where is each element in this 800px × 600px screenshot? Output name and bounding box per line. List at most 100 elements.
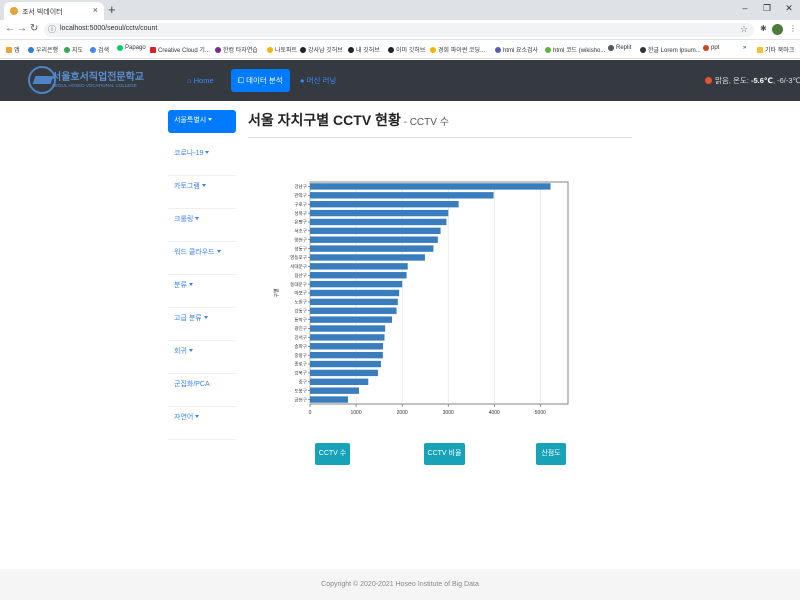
menu-icon[interactable]: ⋮ (789, 24, 797, 33)
y-tick-label: 용산구 (294, 272, 307, 279)
url-field[interactable]: ⓘ localhost:5000/seoul/cctv/count ☆ (44, 23, 754, 37)
bookmark-item[interactable]: 한컴 타자연습 (215, 45, 258, 54)
bar (310, 254, 425, 261)
bookmark-item[interactable]: 우리은행 (28, 45, 58, 54)
new-tab-button[interactable]: + (108, 2, 116, 17)
bar (310, 378, 369, 385)
bookmark-item[interactable]: 지도 (64, 45, 83, 54)
maximize-icon[interactable]: ❐ (756, 0, 778, 20)
bookmark-item[interactable]: 한글 Lorem Ipsum... (640, 45, 701, 54)
bookmark-item[interactable]: 강사남 깃허브 (300, 45, 343, 54)
nav-home[interactable]: ⌂ Home (180, 69, 221, 92)
bar (310, 307, 397, 314)
address-bar: ← → ↻ ⓘ localhost:5000/seoul/cctv/count … (0, 20, 800, 40)
sidebar-item-regression[interactable]: 회귀 (168, 341, 236, 374)
bookmark-item[interactable]: Creative Cloud 기... (150, 45, 210, 54)
nav-data-analysis[interactable]: ⧠ 데이터 분석 (231, 69, 290, 92)
x-tick-label: 2000 (397, 410, 408, 416)
profile-avatar[interactable] (772, 24, 783, 35)
bar (310, 334, 385, 341)
minimize-icon[interactable]: – (734, 0, 756, 20)
bar (310, 272, 407, 279)
bar (310, 369, 378, 377)
y-tick-label: 송파구 (294, 343, 307, 350)
caret-down-icon (208, 118, 213, 121)
bookmark-star-icon[interactable]: ☆ (740, 24, 748, 35)
weather-temp: -5.6℃ (750, 76, 773, 85)
y-tick-label: 중랑구 (294, 352, 307, 359)
bookmark-item[interactable]: 내 깃허브 (348, 45, 380, 54)
bar (310, 263, 408, 270)
bookmark-item[interactable]: html 코드 (wikisho... (545, 45, 605, 54)
bar (310, 289, 400, 297)
sidebar: 서울특별시 코로나-19 카토그램 크롤링 워드 클라우드 분류 고급 분류 회… (168, 110, 236, 440)
bookmark-item[interactable]: Replit (608, 45, 631, 51)
back-icon[interactable]: ← (5, 23, 15, 34)
sidebar-item-classification[interactable]: 분류 (168, 275, 236, 308)
close-window-icon[interactable]: ✕ (778, 0, 800, 20)
cctv-count-button[interactable]: CCTV 수 (315, 443, 350, 465)
bookmark-item[interactable]: ppt (703, 45, 719, 51)
y-tick-label: 은평구 (294, 219, 307, 226)
sidebar-item-clustering[interactable]: 군집화/PCA (168, 374, 236, 407)
sidebar-item-nlp[interactable]: 자연어 (168, 407, 236, 440)
footer: Copyright © 2020-2021 Hoseo Institute of… (0, 569, 800, 600)
bookmark-item[interactable]: 검색 (90, 45, 109, 54)
y-tick-label: 도봉구 (294, 388, 307, 394)
sidebar-item-seoul[interactable]: 서울특별시 (168, 110, 236, 133)
info-icon[interactable]: ⓘ (48, 24, 56, 35)
page-subtitle: - CCTV 수 (400, 117, 449, 128)
y-tick-label: 종로구 (294, 362, 307, 368)
cctv-ratio-button[interactable]: CCTV 비율 (424, 443, 465, 465)
y-tick-label: 강북구 (294, 370, 307, 377)
sidebar-item-cartogram[interactable]: 카토그램 (168, 176, 236, 209)
caret-down-icon (201, 184, 206, 187)
cctv-bar-chart: 0 1000 2000 3000 4000 5000 강남구관악구구로구성북구은평구서초구양… (273, 181, 569, 416)
x-tick-label: 3000 (443, 410, 454, 416)
x-tick-label: 0 (309, 410, 312, 416)
bookmark-apps[interactable]: 앱 (6, 45, 20, 54)
y-tick-label: 중구 (299, 380, 307, 386)
scatter-plot-button[interactable]: 산점도 (536, 443, 566, 465)
caret-down-icon (203, 316, 208, 319)
forward-icon[interactable]: → (17, 23, 27, 34)
y-tick-label: 마포구 (294, 290, 307, 297)
nav-machine-learning[interactable]: ● 머신 러닝 (293, 69, 343, 92)
y-axis-label: 구별 (273, 288, 280, 298)
sidebar-item-advanced-classification[interactable]: 고급 분류 (168, 308, 236, 341)
bookmark-item[interactable]: 경희 파이썬 코딩... (430, 45, 485, 54)
y-tick-label: 노원구 (294, 299, 307, 306)
title-divider (248, 137, 632, 138)
sidebar-item-crawling[interactable]: 크롤링 (168, 209, 236, 242)
y-tick-label: 서초구 (294, 228, 307, 235)
reload-icon[interactable]: ↻ (30, 23, 38, 34)
y-tick-label: 동대문구 (290, 281, 307, 288)
weather-status: 맑음, 온도: -5.6℃, -6/-3℃ (705, 75, 800, 86)
caret-down-icon (216, 250, 221, 253)
x-tick-label: 1000 (351, 410, 362, 416)
bar (310, 192, 494, 199)
caret-down-icon (188, 349, 193, 352)
extensions-icon[interactable]: ✱ (760, 24, 767, 33)
caret-down-icon (195, 415, 200, 418)
tab-close-icon[interactable]: × (93, 5, 98, 15)
bar (310, 227, 441, 235)
browser-titlebar: 조서 빅데이터 × + – ❐ ✕ (0, 0, 800, 20)
y-tick-label: 광진구 (294, 325, 307, 332)
bookmark-folder[interactable]: 기타 북마크 (757, 45, 794, 54)
tab-title: 조서 빅데이터 (22, 9, 63, 16)
bar (310, 316, 393, 323)
more-bookmarks-icon[interactable]: » (743, 45, 746, 51)
brand-logo[interactable]: 서울호서직업전문학교 SEOUL HOSEO VOCATIONAL COLLEG… (28, 66, 146, 96)
bookmark-item[interactable]: 이미 깃허브 (388, 45, 425, 54)
bookmark-item[interactable]: 나토파트 (267, 45, 297, 54)
bar (310, 351, 383, 359)
brand-subtitle: SEOUL HOSEO VOCATIONAL COLLEGE (52, 83, 137, 88)
browser-tab[interactable]: 조서 빅데이터 × (4, 2, 104, 20)
sidebar-item-covid[interactable]: 코로나-19 (168, 143, 236, 176)
bar (310, 218, 447, 226)
sidebar-item-wordcloud[interactable]: 워드 클라우드 (168, 242, 236, 275)
x-tick-label: 5000 (535, 410, 546, 416)
bookmark-item[interactable]: Papago (117, 45, 146, 51)
bookmark-item[interactable]: html 요소검사 (495, 45, 538, 54)
